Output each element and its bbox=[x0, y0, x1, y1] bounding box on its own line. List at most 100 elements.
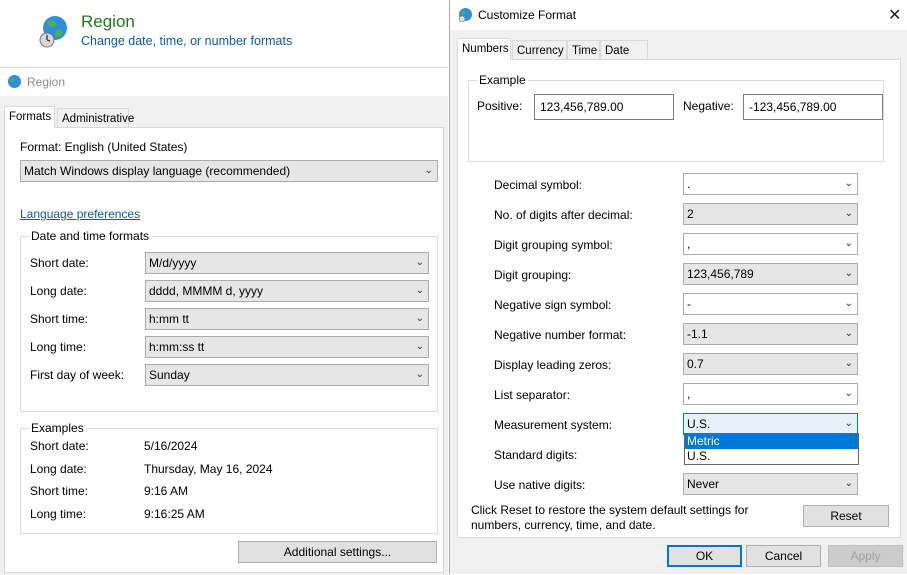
cancel-button[interactable]: Cancel bbox=[746, 545, 821, 567]
display-leading-zeros-label: Display leading zeros: bbox=[494, 358, 612, 372]
region-globe-icon bbox=[38, 14, 70, 51]
short-time-select[interactable]: h:mm tt ⌄ bbox=[145, 308, 429, 330]
digit-grouping-label: Digit grouping: bbox=[494, 268, 572, 282]
decimal-symbol-label: Decimal symbol: bbox=[494, 178, 583, 192]
examples-group: Examples Short date: 5/16/2024 Long date… bbox=[20, 421, 438, 534]
settings-region-header: Region Change date, time, or number form… bbox=[0, 0, 448, 66]
positive-label: Positive: bbox=[477, 99, 523, 113]
list-separator-select[interactable]: , ⌄ bbox=[683, 383, 858, 405]
short-time-value: h:mm tt bbox=[149, 312, 190, 326]
example-long-date-label: Long date: bbox=[30, 462, 87, 476]
chevron-down-icon: ⌄ bbox=[844, 268, 853, 279]
apply-button: Apply bbox=[828, 545, 903, 567]
chevron-down-icon: ⌄ bbox=[844, 208, 853, 219]
tab-currency[interactable]: Currency bbox=[512, 40, 567, 60]
format-select[interactable]: Match Windows display language (recommen… bbox=[20, 160, 438, 182]
tab-date[interactable]: Date bbox=[600, 40, 648, 60]
chevron-down-icon: ⌄ bbox=[415, 369, 424, 380]
long-time-select[interactable]: h:mm:ss tt ⌄ bbox=[145, 336, 429, 358]
chevron-down-icon: ⌄ bbox=[844, 328, 853, 339]
digits-after-decimal-select[interactable]: 2 ⌄ bbox=[683, 203, 858, 225]
digit-grouping-value: 123,456,789 bbox=[687, 267, 754, 281]
example-long-time-label: Long time: bbox=[30, 507, 87, 521]
chevron-down-icon: ⌄ bbox=[424, 165, 433, 176]
negative-number-format-value: -1.1 bbox=[687, 327, 708, 341]
settings-subtitle-link[interactable]: Change date, time, or number formats bbox=[81, 34, 292, 48]
tab-administrative[interactable]: Administrative bbox=[57, 108, 134, 128]
use-native-digits-select[interactable]: Never ⌄ bbox=[683, 473, 858, 495]
customize-titlebar[interactable]: Customize Format ✕ bbox=[450, 0, 907, 30]
region-titlebar[interactable]: Region bbox=[0, 68, 448, 96]
ok-button[interactable]: OK bbox=[667, 545, 742, 567]
example-long-date-value: Thursday, May 16, 2024 bbox=[144, 462, 273, 476]
negative-sign-symbol-value: - bbox=[687, 297, 691, 311]
short-date-label: Short date: bbox=[30, 256, 89, 270]
tab-formats[interactable]: Formats bbox=[4, 106, 55, 128]
language-preferences-link[interactable]: Language preferences bbox=[20, 207, 140, 221]
chevron-down-icon: ⌄ bbox=[844, 478, 853, 489]
negative-example-field: -123,456,789.00 bbox=[743, 94, 883, 120]
chevron-down-icon: ⌄ bbox=[844, 418, 853, 429]
display-leading-zeros-value: 0.7 bbox=[687, 357, 704, 371]
long-time-value: h:mm:ss tt bbox=[149, 340, 205, 354]
measurement-option-us[interactable]: U.S. bbox=[685, 449, 858, 464]
long-date-select[interactable]: dddd, MMMM d, yyyy ⌄ bbox=[145, 280, 429, 302]
example-short-date-value: 5/16/2024 bbox=[144, 439, 198, 453]
digits-after-decimal-label: No. of digits after decimal: bbox=[494, 208, 633, 222]
chevron-down-icon: ⌄ bbox=[844, 178, 853, 189]
positive-example-field: 123,456,789.00 bbox=[534, 94, 674, 120]
chevron-down-icon: ⌄ bbox=[844, 238, 853, 249]
list-separator-value: , bbox=[687, 387, 691, 401]
chevron-down-icon: ⌄ bbox=[844, 358, 853, 369]
chevron-down-icon: ⌄ bbox=[415, 285, 424, 296]
list-separator-label: List separator: bbox=[494, 388, 571, 402]
long-date-label: Long date: bbox=[30, 284, 87, 298]
chevron-down-icon: ⌄ bbox=[844, 388, 853, 399]
chevron-down-icon: ⌄ bbox=[415, 257, 424, 268]
close-icon[interactable]: ✕ bbox=[888, 5, 901, 25]
formats-tab-panel: Format: English (United States) Match Wi… bbox=[4, 127, 444, 573]
digits-after-decimal-value: 2 bbox=[687, 207, 694, 221]
chevron-down-icon: ⌄ bbox=[844, 298, 853, 309]
short-date-value: M/d/yyyy bbox=[149, 256, 197, 270]
display-leading-zeros-select[interactable]: 0.7 ⌄ bbox=[683, 353, 858, 375]
short-date-select[interactable]: M/d/yyyy ⌄ bbox=[145, 252, 429, 274]
measurement-option-metric[interactable]: Metric bbox=[685, 434, 858, 449]
measurement-system-value: U.S. bbox=[687, 417, 711, 431]
use-native-digits-value: Never bbox=[687, 477, 720, 491]
tab-time[interactable]: Time bbox=[567, 40, 600, 60]
first-day-select[interactable]: Sunday ⌄ bbox=[145, 364, 429, 386]
region-dialog-title: Region bbox=[27, 75, 66, 89]
example-long-time-value: 9:16:25 AM bbox=[144, 507, 205, 521]
short-time-label: Short time: bbox=[30, 312, 89, 326]
format-label: Format: English (United States) bbox=[20, 140, 188, 154]
negative-number-format-label: Negative number format: bbox=[494, 328, 627, 342]
digit-grouping-symbol-select[interactable]: , ⌄ bbox=[683, 233, 858, 255]
reset-button[interactable]: Reset bbox=[803, 505, 889, 527]
customize-format-dialog: Customize Format ✕ Numbers Currency Time… bbox=[449, 0, 907, 574]
example-short-date-label: Short date: bbox=[30, 439, 89, 453]
example-short-time-value: 9:16 AM bbox=[144, 484, 189, 498]
tab-numbers[interactable]: Numbers bbox=[457, 38, 511, 60]
format-select-value: Match Windows display language (recommen… bbox=[24, 164, 291, 178]
measurement-system-select[interactable]: U.S. ⌄ bbox=[683, 413, 858, 435]
region-dialog: Region Formats Administrative Format: En… bbox=[0, 67, 448, 575]
negative-sign-symbol-label: Negative sign symbol: bbox=[494, 298, 612, 312]
reset-note: Click Reset to restore the system defaul… bbox=[471, 503, 749, 532]
negative-sign-symbol-select[interactable]: - ⌄ bbox=[683, 293, 858, 315]
negative-number-format-select[interactable]: -1.1 ⌄ bbox=[683, 323, 858, 345]
chevron-down-icon: ⌄ bbox=[415, 313, 424, 324]
additional-settings-button[interactable]: Additional settings... bbox=[238, 541, 437, 563]
customize-dialog-title: Customize Format bbox=[478, 8, 577, 22]
digit-grouping-select[interactable]: 123,456,789 ⌄ bbox=[683, 263, 858, 285]
example-short-time-label: Short time: bbox=[30, 484, 89, 498]
measurement-system-label: Measurement system: bbox=[494, 418, 613, 432]
date-time-group-title: Date and time formats bbox=[29, 229, 152, 243]
numbers-tab-panel: Example Positive: 123,456,789.00 Negativ… bbox=[457, 59, 901, 538]
measurement-dropdown-list[interactable]: Metric U.S. bbox=[684, 433, 859, 465]
first-day-value: Sunday bbox=[149, 368, 190, 382]
chevron-down-icon: ⌄ bbox=[415, 341, 424, 352]
examples-title: Examples bbox=[29, 421, 86, 435]
long-date-value: dddd, MMMM d, yyyy bbox=[149, 284, 264, 298]
decimal-symbol-select[interactable]: . ⌄ bbox=[683, 173, 858, 195]
